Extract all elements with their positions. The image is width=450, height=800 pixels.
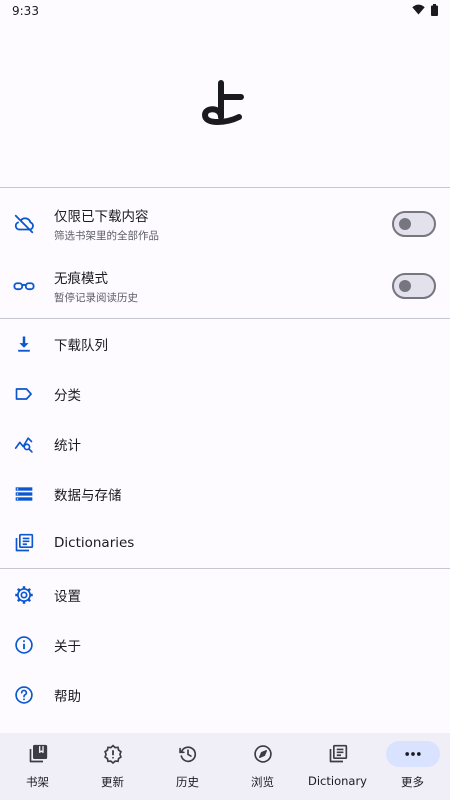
menu-label: 下载队列 xyxy=(54,338,108,354)
bottom-navigation: 书架 更新 历史 浏览 Dictionary 更多 xyxy=(0,733,450,800)
menu-label: 关于 xyxy=(54,639,81,655)
nav-label: Dictionary xyxy=(308,774,367,788)
battery-icon xyxy=(431,3,438,19)
label-icon xyxy=(12,382,36,406)
status-icons xyxy=(412,3,438,19)
toggle-subtitle: 暂停记录阅读历史 xyxy=(54,292,138,304)
nav-updates[interactable]: 更新 xyxy=(75,733,150,800)
menu-label: 帮助 xyxy=(54,689,81,705)
menu-data-storage[interactable]: 数据与存储 xyxy=(0,470,450,518)
status-time: 9:33 xyxy=(12,4,39,18)
menu-label: Dictionaries xyxy=(54,535,135,551)
toggle-subtitle: 筛选书架里的全部作品 xyxy=(54,230,159,242)
switch-knob xyxy=(399,218,411,230)
nav-label: 浏览 xyxy=(251,775,274,789)
nav-dictionary[interactable]: Dictionary xyxy=(300,733,375,800)
nav-library[interactable]: 书架 xyxy=(0,733,75,800)
menu-categories[interactable]: 分类 xyxy=(0,370,450,418)
cloud-off-icon xyxy=(12,212,36,236)
history-icon xyxy=(161,741,215,767)
nav-more[interactable]: 更多 xyxy=(375,733,450,800)
divider xyxy=(0,568,450,569)
status-bar: 9:33 xyxy=(0,0,450,22)
toggle-incognito[interactable]: 无痕模式 暂停记录阅读历史 xyxy=(0,258,450,314)
toggle-title: 无痕模式 xyxy=(54,271,108,287)
menu-label: 统计 xyxy=(54,438,81,454)
app-logo xyxy=(201,79,249,131)
menu-help[interactable]: 帮助 xyxy=(0,671,450,719)
compass-icon xyxy=(236,741,290,767)
updates-icon xyxy=(86,741,140,767)
switch-knob xyxy=(399,280,411,292)
divider xyxy=(0,318,450,319)
dictionary-icon xyxy=(12,531,36,555)
app-logo-area xyxy=(0,22,450,187)
storage-icon xyxy=(12,482,36,506)
glasses-icon xyxy=(12,274,36,298)
menu-label: 分类 xyxy=(54,388,81,404)
nav-label: 书架 xyxy=(26,775,49,789)
menu-label: 数据与存储 xyxy=(54,488,122,504)
help-icon xyxy=(12,683,36,707)
toggle-downloaded-only[interactable]: 仅限已下载内容 筛选书架里的全部作品 xyxy=(0,196,450,252)
menu-download-queue[interactable]: 下载队列 xyxy=(0,320,450,368)
wifi-icon xyxy=(412,4,425,18)
divider xyxy=(0,187,450,188)
stats-icon xyxy=(12,432,36,456)
menu-about[interactable]: 关于 xyxy=(0,621,450,669)
download-icon xyxy=(12,332,36,356)
toggle-texts: 仅限已下载内容 筛选书架里的全部作品 xyxy=(54,205,159,243)
menu-label: 设置 xyxy=(54,589,81,605)
downloaded-only-switch[interactable] xyxy=(392,211,436,237)
nav-label: 更新 xyxy=(101,775,124,789)
menu-settings[interactable]: 设置 xyxy=(0,571,450,619)
nav-history[interactable]: 历史 xyxy=(150,733,225,800)
more-icon xyxy=(385,741,440,767)
dictionary-icon xyxy=(311,741,365,767)
menu-dictionaries[interactable]: Dictionaries xyxy=(0,519,450,567)
library-icon xyxy=(11,741,65,767)
nav-label: 历史 xyxy=(176,775,199,789)
gear-icon xyxy=(12,583,36,607)
nav-label: 更多 xyxy=(401,775,424,789)
toggle-texts: 无痕模式 暂停记录阅读历史 xyxy=(54,267,138,305)
toggle-title: 仅限已下载内容 xyxy=(54,209,149,225)
menu-stats[interactable]: 统计 xyxy=(0,420,450,468)
incognito-switch[interactable] xyxy=(392,273,436,299)
info-icon xyxy=(12,633,36,657)
nav-browse[interactable]: 浏览 xyxy=(225,733,300,800)
